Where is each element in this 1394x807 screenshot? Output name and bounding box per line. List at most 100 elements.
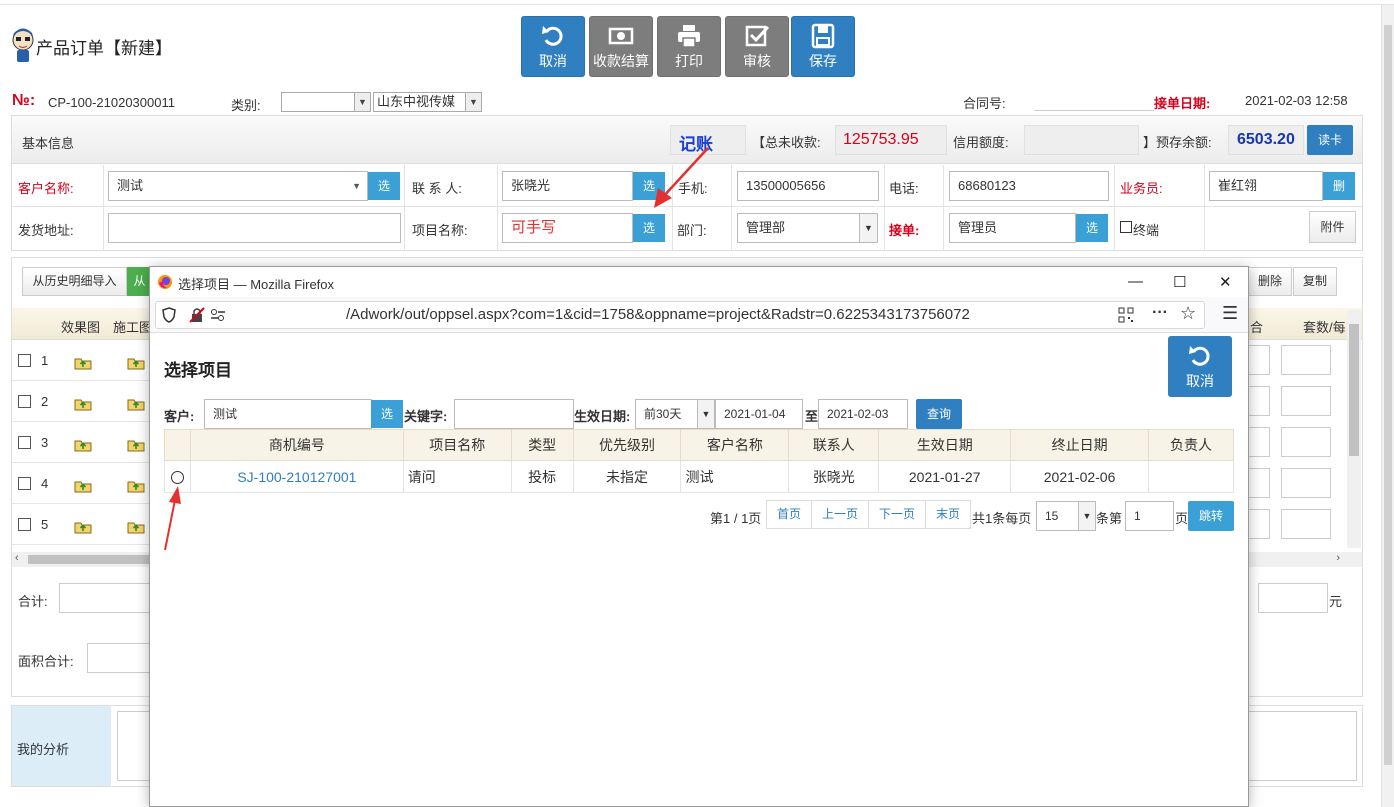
qrcode-icon[interactable] (1118, 307, 1134, 323)
dept-label: 部门: (677, 223, 707, 238)
folder-upload-icon[interactable] (127, 438, 145, 452)
row-cell-input[interactable] (1281, 427, 1331, 457)
folder-upload-icon[interactable] (127, 479, 145, 493)
phone-input[interactable]: 68680123 (949, 171, 1109, 201)
top-border (0, 0, 1394, 5)
folder-upload-icon[interactable] (74, 520, 92, 534)
annotation-arrow-icon (164, 486, 181, 551)
keyword-input[interactable] (454, 399, 574, 429)
import-history-button[interactable]: 从历史明细导入 (22, 267, 127, 296)
chevron-down-icon: ▼ (1078, 502, 1095, 530)
chevron-down-icon: ▼ (697, 400, 714, 428)
receiver-input[interactable]: 管理员 (949, 213, 1076, 243)
grid-vscroll[interactable] (1347, 310, 1361, 548)
audit-button[interactable]: 审核 (725, 16, 789, 77)
row-checkbox[interactable] (18, 477, 31, 490)
receiver-select-button[interactable]: 选 (1076, 214, 1108, 242)
permissions-icon[interactable] (210, 308, 226, 322)
opportunity-no-link[interactable]: SJ-100-210127001 (189, 460, 404, 493)
next-page-button[interactable]: 下一页 (868, 500, 926, 529)
url-text: /Adwork/out/oppsel.aspx?com=1&cid=1758&o… (346, 306, 970, 323)
attachment-button[interactable]: 附件 (1309, 211, 1356, 243)
filter-customer-select-button[interactable]: 选 (371, 400, 403, 428)
query-button[interactable]: 查询 (916, 399, 962, 429)
table-header-select (164, 429, 191, 461)
delete-button[interactable]: 删除 (1248, 267, 1292, 296)
folder-upload-icon[interactable] (127, 356, 145, 370)
hamburger-menu-icon[interactable]: ☰ (1222, 303, 1238, 324)
folder-upload-icon[interactable] (74, 438, 92, 452)
row-checkbox[interactable] (18, 395, 31, 408)
row-checkbox[interactable] (18, 354, 31, 367)
row-divider (12, 462, 152, 463)
date-range-select[interactable]: 前30天 ▼ (635, 399, 715, 429)
category-select[interactable]: ▼ (281, 92, 371, 112)
minimize-icon[interactable]: — (1128, 273, 1143, 290)
table-header: 终止日期 (1010, 429, 1150, 461)
date-from-input[interactable]: 2021-01-04 (715, 399, 803, 429)
row-number: 1 (41, 353, 49, 368)
customer-select-button[interactable]: 选 (368, 172, 400, 200)
filter-customer-input[interactable]: 测试 (204, 399, 372, 429)
row-cell-input[interactable] (1281, 468, 1331, 498)
mobile-input[interactable]: 13500005656 (737, 171, 879, 201)
table-row[interactable]: SJ-100-210127001 请问 投标 未指定 测试 张晓光 2021-0… (164, 460, 1234, 493)
folder-upload-icon[interactable] (74, 356, 92, 370)
page-size-select[interactable]: 15 ▼ (1036, 501, 1096, 531)
shield-icon[interactable] (162, 307, 176, 323)
terminal-checkbox[interactable] (1120, 221, 1132, 233)
contract-input[interactable] (1034, 110, 1154, 111)
dept-select[interactable]: 管理部 ▼ (737, 213, 878, 243)
amount-input[interactable] (1258, 583, 1328, 613)
category-label: 类别: (231, 98, 261, 113)
more-icon[interactable]: ··· (1152, 304, 1168, 322)
folder-upload-icon[interactable] (74, 397, 92, 411)
prev-page-button[interactable]: 上一页 (811, 500, 869, 529)
folder-upload-icon[interactable] (127, 397, 145, 411)
project-select-button[interactable]: 选 (633, 214, 665, 242)
copy-button[interactable]: 复制 (1293, 267, 1337, 296)
floppy-disk-icon (811, 23, 835, 49)
row-checkbox[interactable] (18, 436, 31, 449)
folder-upload-icon[interactable] (127, 520, 145, 534)
goto-page-input[interactable]: 1 (1125, 501, 1174, 531)
credit-label: 信用额度: (953, 135, 1009, 150)
page-suffix: 页 (1175, 511, 1189, 526)
company-select[interactable]: 山东中视传媒 ▼ (373, 92, 482, 112)
row-cell-input[interactable] (1281, 509, 1331, 539)
row-cell-input[interactable] (1281, 386, 1331, 416)
address-input[interactable] (108, 213, 401, 243)
contact-input[interactable]: 张晓光 (502, 171, 633, 201)
cancel-button[interactable]: 取消 (521, 16, 585, 77)
insecure-lock-icon[interactable] (189, 307, 205, 323)
jump-button[interactable]: 跳转 (1188, 501, 1234, 531)
row-divider (12, 421, 152, 422)
star-bookmark-icon[interactable]: ☆ (1180, 303, 1196, 324)
salesman-input[interactable]: 崔红翎 (1209, 171, 1323, 201)
total-unpaid-value: 125753.95 (843, 131, 919, 148)
save-button[interactable]: 保存 (791, 16, 855, 77)
receiver-label: 接单: (889, 223, 920, 238)
folder-upload-icon[interactable] (74, 479, 92, 493)
sum-input[interactable] (59, 583, 151, 613)
maximize-icon[interactable]: ☐ (1173, 273, 1186, 291)
last-page-button[interactable]: 末页 (925, 500, 971, 529)
settle-payment-button[interactable]: 收款结算 (589, 16, 653, 77)
date-to-input[interactable]: 2021-02-03 (818, 399, 908, 429)
dialog-cancel-button[interactable]: 取消 (1168, 336, 1232, 397)
page-title: 产品订单【新建】 (36, 39, 172, 58)
customer-input[interactable]: 测试 ▼ (108, 171, 368, 201)
area-sum-input[interactable] (87, 643, 151, 673)
page-vscroll[interactable] (1381, 5, 1394, 807)
project-input[interactable]: 可手写 (502, 213, 633, 243)
salesman-delete-button[interactable]: 删 (1323, 172, 1355, 200)
read-card-button[interactable]: 读卡 (1307, 125, 1353, 155)
print-button[interactable]: 打印 (657, 16, 721, 77)
row-checkbox[interactable] (18, 518, 31, 531)
chevron-down-icon: ▼ (352, 181, 361, 191)
col-divider (1114, 165, 1115, 250)
close-icon[interactable]: ✕ (1219, 273, 1232, 291)
check-square-icon (745, 25, 770, 47)
first-page-button[interactable]: 首页 (766, 500, 812, 529)
row-cell-input[interactable] (1281, 345, 1331, 375)
